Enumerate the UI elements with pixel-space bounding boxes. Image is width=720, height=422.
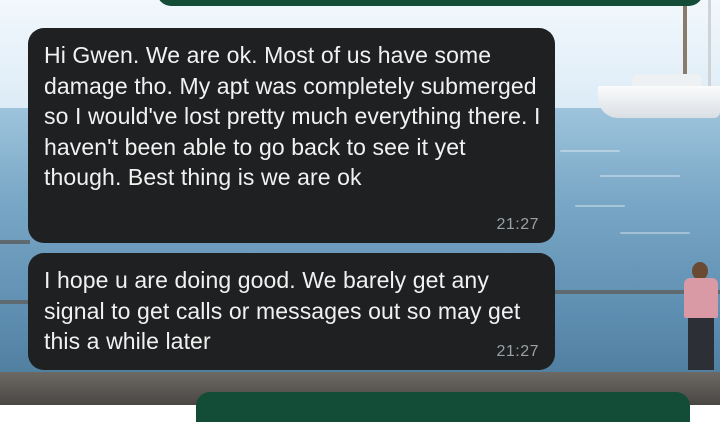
message-timestamp: 21:27 (496, 216, 539, 233)
railing (0, 240, 30, 244)
yacht (598, 86, 720, 118)
outgoing-message-bubble[interactable] (196, 392, 690, 422)
boat-mast (708, 0, 711, 88)
incoming-message-bubble[interactable]: Hi Gwen. We are ok. Most of us have some… (28, 28, 555, 243)
outgoing-message-bubble[interactable] (157, 0, 703, 6)
person-on-pier (682, 262, 720, 372)
incoming-message-bubble[interactable]: I hope u are doing good. We barely get a… (28, 253, 555, 370)
message-timestamp: 21:27 (496, 343, 539, 360)
water-shimmer (600, 175, 680, 177)
message-text: I hope u are doing good. We barely get a… (44, 267, 521, 354)
message-text: Hi Gwen. We are ok. Most of us have some… (44, 42, 541, 190)
water-shimmer (560, 150, 620, 152)
railing (0, 300, 30, 304)
water-shimmer (575, 205, 625, 207)
water-shimmer (620, 232, 690, 234)
